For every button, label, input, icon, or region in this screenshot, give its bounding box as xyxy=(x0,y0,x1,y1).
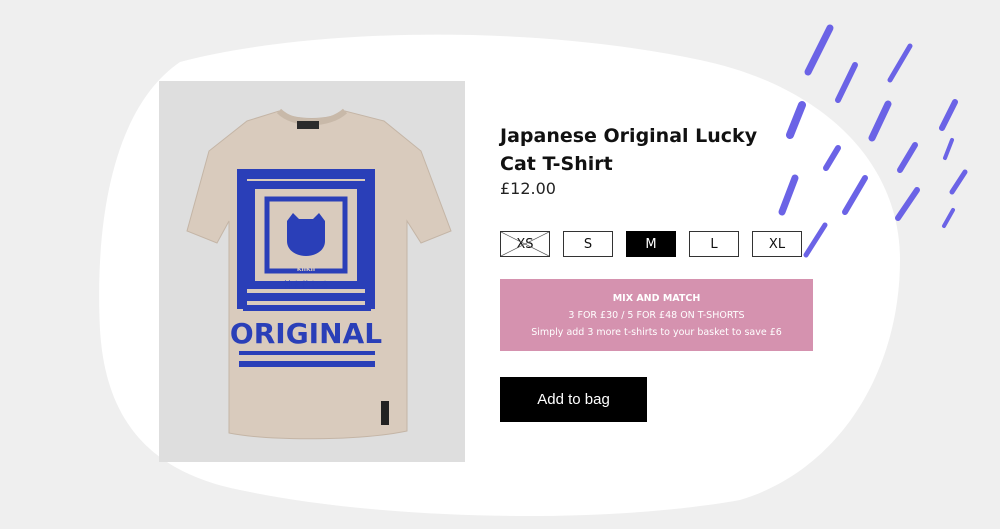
size-option-m[interactable]: M xyxy=(626,231,676,257)
product-image[interactable]: KIIKII 神を信じる ORIGINAL xyxy=(159,81,465,462)
hem-tag xyxy=(381,401,389,425)
promo-heading: MIX AND MATCH xyxy=(612,293,701,304)
size-selector: XS S M L XL xyxy=(500,231,802,257)
promo-banner: MIX AND MATCH 3 FOR £30 / 5 FOR £48 ON T… xyxy=(500,279,813,351)
promo-offer: 3 FOR £30 / 5 FOR £48 ON T-SHORTS xyxy=(568,310,745,321)
size-label: L xyxy=(710,236,718,252)
tshirt-illustration: KIIKII 神を信じる ORIGINAL xyxy=(186,108,452,440)
neck-label xyxy=(297,121,319,129)
background-decoration xyxy=(99,24,968,517)
size-label: S xyxy=(583,236,593,252)
lucky-cat xyxy=(287,213,325,256)
size-option-xl[interactable]: XL xyxy=(752,231,802,257)
product-title: Japanese Original Lucky Cat T-Shirt xyxy=(500,125,758,175)
size-option-l[interactable]: L xyxy=(689,231,739,257)
size-label: M xyxy=(645,236,657,252)
add-to-bag-button[interactable]: Add to bag xyxy=(500,377,647,422)
print-brand: KIIKII xyxy=(297,266,315,273)
size-option-s[interactable]: S xyxy=(563,231,613,257)
promo-note: Simply add 3 more t-shirts to your baske… xyxy=(531,327,782,338)
print-japanese: 神を信じる xyxy=(283,279,328,291)
tshirt-collar xyxy=(276,108,348,126)
product-price: £12.00 xyxy=(500,179,556,198)
unavailable-cross-icon xyxy=(501,232,549,256)
print-word: ORIGINAL xyxy=(230,317,382,350)
tshirt-body xyxy=(186,110,452,440)
size-option-xs[interactable]: XS xyxy=(500,231,550,257)
size-label: XL xyxy=(768,236,786,252)
